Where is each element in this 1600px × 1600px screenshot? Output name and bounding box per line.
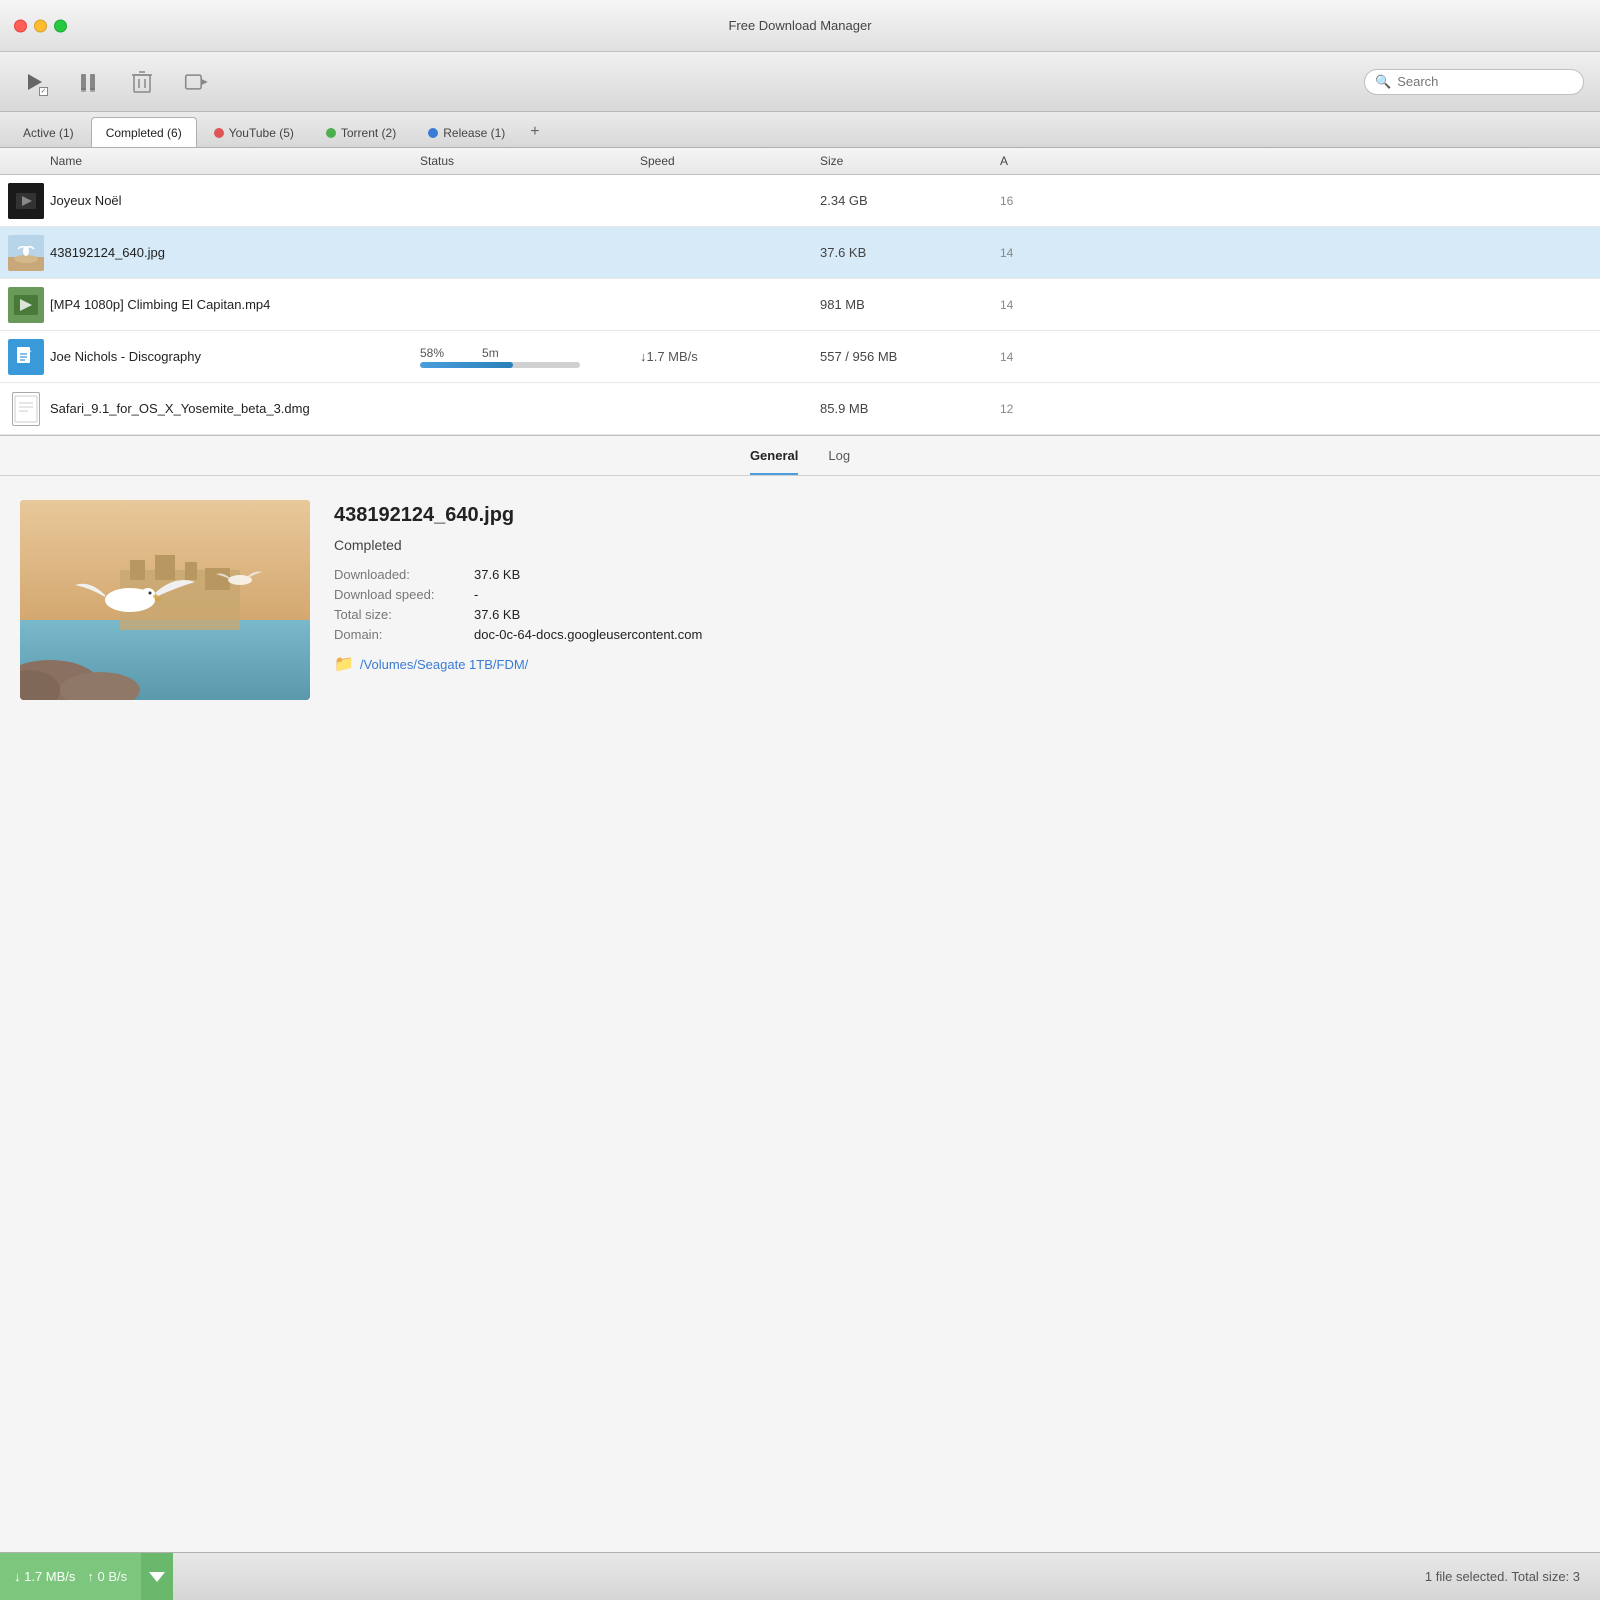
youtube-dot — [214, 128, 224, 138]
tab-release[interactable]: Release (1) — [413, 117, 520, 147]
detail-meta: Downloaded: 37.6 KB Download speed: - To… — [334, 567, 1580, 642]
downloaded-value: 37.6 KB — [474, 567, 1580, 582]
download-speed-value: - — [474, 587, 1580, 602]
close-button[interactable] — [14, 19, 27, 32]
table-row[interactable]: Joyeux Noël 2.34 GB 16 — [0, 175, 1600, 227]
row-added: 12 — [1000, 402, 1120, 416]
minimize-button[interactable] — [34, 19, 47, 32]
row-filename: Joe Nichols - Discography — [50, 349, 420, 364]
detail-info: 438192124_640.jpg Completed Downloaded: … — [334, 500, 1580, 1528]
path-text: /Volumes/Seagate 1TB/FDM/ — [360, 657, 528, 672]
maximize-button[interactable] — [54, 19, 67, 32]
row-size: 2.34 GB — [820, 193, 1000, 208]
tab-youtube[interactable]: YouTube (5) — [199, 117, 309, 147]
tab-log[interactable]: Log — [828, 448, 850, 475]
table-row[interactable]: 438192124_640.jpg 37.6 KB 14 — [0, 227, 1600, 279]
total-size-label: Total size: — [334, 607, 474, 622]
total-size-value: 37.6 KB — [474, 607, 1580, 622]
table-row[interactable]: [MP4 1080p] Climbing El Capitan.mp4 981 … — [0, 279, 1600, 331]
download-list: Joyeux Noël 2.34 GB 16 438192124_640.jpg — [0, 175, 1600, 435]
add-tab-button[interactable]: + — [522, 117, 547, 147]
upload-speed-indicator: ↑ 0 B/s — [87, 1569, 127, 1584]
download-speed-label: Download speed: — [334, 587, 474, 602]
folder-icon: 📁 — [334, 654, 354, 674]
toolbar: ✓ — [0, 52, 1600, 112]
row-icon — [8, 391, 44, 427]
window-chrome — [14, 19, 67, 32]
progress-time: 5m — [482, 346, 499, 360]
move-button[interactable] — [178, 64, 214, 100]
row-size: 557 / 956 MB — [820, 349, 1000, 364]
progress-fill — [420, 362, 513, 368]
detail-content: 438192124_640.jpg Completed Downloaded: … — [0, 476, 1600, 1552]
detail-tabs: General Log — [0, 436, 1600, 476]
col-header-size: Size — [820, 154, 1000, 168]
domain-label: Domain: — [334, 627, 474, 642]
detail-path[interactable]: 📁 /Volumes/Seagate 1TB/FDM/ — [334, 654, 1580, 674]
detail-status-text: Completed — [334, 537, 1580, 553]
detail-filename: 438192124_640.jpg — [334, 504, 1580, 527]
play-button[interactable]: ✓ — [16, 64, 52, 100]
row-size: 85.9 MB — [820, 401, 1000, 416]
row-icon — [8, 339, 44, 375]
row-filename: [MP4 1080p] Climbing El Capitan.mp4 — [50, 297, 420, 312]
row-size: 37.6 KB — [820, 245, 1000, 260]
row-status: 58% 5m — [420, 346, 640, 368]
status-speeds: ↓ 1.7 MB/s ↑ 0 B/s — [0, 1553, 141, 1600]
detail-preview — [20, 500, 310, 700]
app-title: Free Download Manager — [728, 18, 871, 33]
row-added: 14 — [1000, 298, 1120, 312]
row-filename: 438192124_640.jpg — [50, 245, 420, 260]
titlebar: Free Download Manager — [0, 0, 1600, 52]
search-icon: 🔍 — [1375, 74, 1391, 90]
row-speed: ↓1.7 MB/s — [640, 349, 820, 364]
expand-button[interactable] — [141, 1553, 173, 1600]
tab-active[interactable]: Active (1) — [8, 117, 89, 147]
row-icon — [8, 287, 44, 323]
table-row[interactable]: Joe Nichols - Discography 58% 5m ↓1.7 MB… — [0, 331, 1600, 383]
torrent-dot — [326, 128, 336, 138]
tab-torrent[interactable]: Torrent (2) — [311, 117, 411, 147]
row-filename: Joyeux Noël — [50, 193, 420, 208]
detail-panel: General Log — [0, 435, 1600, 1552]
col-header-name: Name — [0, 154, 420, 168]
domain-value: doc-0c-64-docs.googleusercontent.com — [474, 627, 1580, 642]
search-input[interactable] — [1397, 74, 1573, 89]
table-row[interactable]: Safari_9.1_for_OS_X_Yosemite_beta_3.dmg … — [0, 383, 1600, 435]
status-message: 1 file selected. Total size: 3 — [173, 1553, 1600, 1600]
progress-bar — [420, 362, 580, 368]
row-filename: Safari_9.1_for_OS_X_Yosemite_beta_3.dmg — [50, 401, 420, 416]
downloaded-label: Downloaded: — [334, 567, 474, 582]
release-dot — [428, 128, 438, 138]
search-box[interactable]: 🔍 — [1364, 69, 1584, 95]
col-header-speed: Speed — [640, 154, 820, 168]
row-added: 14 — [1000, 350, 1120, 364]
tabs-bar: Active (1) Completed (6) YouTube (5) Tor… — [0, 112, 1600, 148]
tab-general[interactable]: General — [750, 448, 798, 475]
tab-completed[interactable]: Completed (6) — [91, 117, 197, 147]
pause-button[interactable] — [70, 64, 106, 100]
row-added: 14 — [1000, 246, 1120, 260]
col-header-added: A — [1000, 154, 1120, 168]
row-icon — [8, 235, 44, 271]
col-header-status: Status — [420, 154, 640, 168]
row-added: 16 — [1000, 194, 1120, 208]
row-icon — [8, 183, 44, 219]
download-speed-indicator: ↓ 1.7 MB/s — [14, 1569, 75, 1584]
progress-percent: 58% — [420, 346, 444, 360]
row-size: 981 MB — [820, 297, 1000, 312]
delete-button[interactable] — [124, 64, 160, 100]
table-header: Name Status Speed Size A — [0, 148, 1600, 175]
status-bar: ↓ 1.7 MB/s ↑ 0 B/s 1 file selected. Tota… — [0, 1552, 1600, 1600]
